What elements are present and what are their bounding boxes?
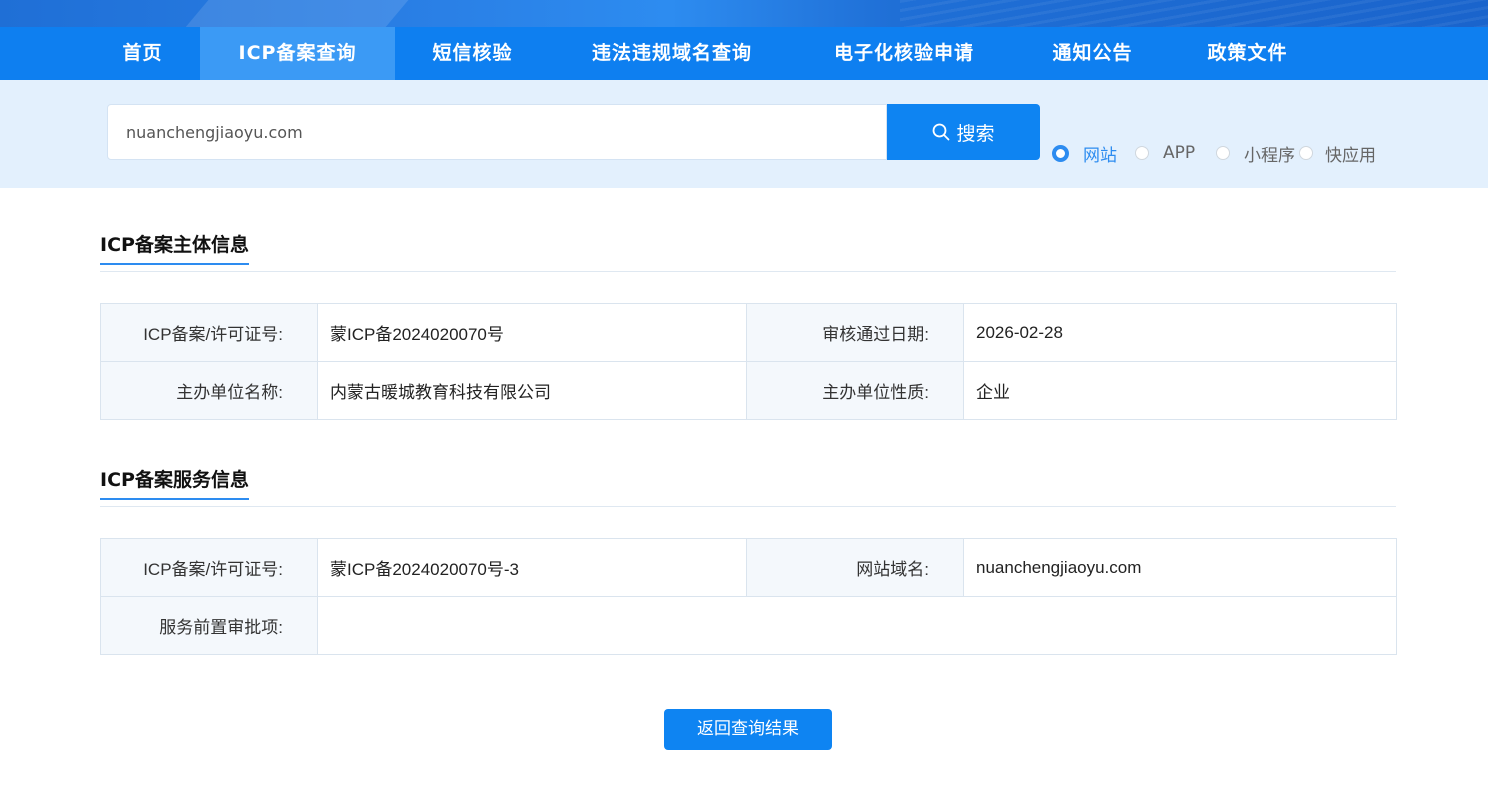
nav-item-e-verify[interactable]: 电子化核验申请 — [815, 27, 993, 80]
subject-info-table: ICP备案/许可证号: 蒙ICP备2024020070号 审核通过日期: 202… — [100, 303, 1397, 420]
sponsor-type-label: 主办单位性质: — [746, 361, 964, 420]
service-info-title: ICP备案服务信息 — [100, 465, 249, 500]
radio-dot-icon — [1216, 146, 1230, 160]
section-divider — [100, 506, 1396, 507]
top-banner — [0, 0, 1488, 27]
service-license-value: 蒙ICP备2024020070号-3 — [317, 538, 747, 597]
sponsor-name-label: 主办单位名称: — [100, 361, 318, 420]
radio-app[interactable]: APP — [1135, 141, 1195, 165]
table-row: 服务前置审批项: — [100, 596, 1397, 655]
nav-item-illegal-domain[interactable]: 违法违规域名查询 — [572, 27, 772, 80]
domain-label: 网站域名: — [746, 538, 964, 597]
search-input[interactable]: nuanchengjiaoyu.com — [107, 104, 887, 160]
service-info-table: ICP备案/许可证号: 蒙ICP备2024020070号-3 网站域名: nua… — [100, 538, 1397, 655]
license-value: 蒙ICP备2024020070号 — [317, 303, 747, 362]
pre-approval-value — [317, 596, 1397, 655]
radio-dot-icon — [1135, 146, 1149, 160]
table-row: ICP备案/许可证号: 蒙ICP备2024020070号-3 网站域名: nua… — [100, 538, 1397, 597]
search-icon — [933, 123, 950, 141]
radio-quick-app[interactable]: 快应用 — [1299, 141, 1376, 166]
main-nav: 首页 ICP备案查询 短信核验 违法违规域名查询 电子化核验申请 通知公告 政策… — [0, 27, 1488, 80]
section-divider — [100, 271, 1396, 272]
radio-label: 网站 — [1083, 145, 1117, 166]
approval-date-label: 审核通过日期: — [746, 303, 964, 362]
radio-dot-icon — [1299, 146, 1313, 160]
nav-item-notices[interactable]: 通知公告 — [1035, 27, 1150, 80]
nav-item-policy[interactable]: 政策文件 — [1190, 27, 1305, 80]
radio-label: 小程序 — [1244, 145, 1295, 166]
nav-item-sms-verify[interactable]: 短信核验 — [415, 27, 530, 80]
radio-label: APP — [1163, 143, 1196, 163]
search-button-label: 搜索 — [956, 122, 995, 145]
approval-date-value: 2026-02-28 — [963, 303, 1397, 362]
table-row: ICP备案/许可证号: 蒙ICP备2024020070号 审核通过日期: 202… — [100, 303, 1397, 362]
banner-pattern — [900, 0, 1488, 27]
nav-item-icp-query[interactable]: ICP备案查询 — [200, 27, 395, 80]
radio-mini-program[interactable]: 小程序 — [1216, 141, 1295, 166]
radio-website[interactable]: 网站 — [1052, 141, 1117, 166]
license-label: ICP备案/许可证号: — [100, 303, 318, 362]
back-to-results-button[interactable]: 返回查询结果 — [664, 709, 832, 750]
service-license-label: ICP备案/许可证号: — [100, 538, 318, 597]
nav-item-home[interactable]: 首页 — [100, 27, 185, 80]
radio-dot-icon — [1052, 144, 1069, 162]
sponsor-type-value: 企业 — [963, 361, 1397, 420]
table-row: 主办单位名称: 内蒙古暖城教育科技有限公司 主办单位性质: 企业 — [100, 361, 1397, 420]
sponsor-name-value: 内蒙古暖城教育科技有限公司 — [317, 361, 747, 420]
search-button[interactable]: 搜索 — [887, 104, 1040, 160]
pre-approval-label: 服务前置审批项: — [100, 596, 318, 655]
domain-value: nuanchengjiaoyu.com — [963, 538, 1397, 597]
radio-label: 快应用 — [1325, 145, 1376, 166]
subject-info-title: ICP备案主体信息 — [100, 230, 249, 265]
banner-decoration — [166, 0, 434, 27]
